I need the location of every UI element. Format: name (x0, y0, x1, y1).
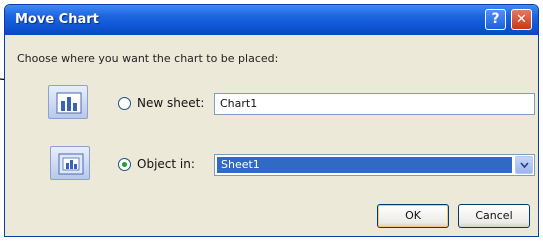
chevron-down-icon (520, 162, 529, 169)
instruction-text: Choose where you want the chart to be pl… (17, 52, 279, 65)
move-chart-dialog: Move Chart ? ✕ Choose where you want the… (4, 4, 539, 237)
new-sheet-name-input[interactable]: Chart1 (214, 93, 535, 115)
object-in-selected-value: Sheet1 (217, 157, 512, 173)
new-sheet-label: New sheet: (137, 96, 205, 110)
close-button[interactable]: ✕ (511, 9, 532, 30)
new-sheet-chart-icon (48, 85, 88, 119)
cancel-button[interactable]: Cancel (458, 204, 530, 228)
new-sheet-radio[interactable] (118, 97, 131, 110)
dialog-title: Move Chart (15, 12, 99, 27)
title-bar[interactable]: Move Chart ? ✕ (5, 5, 538, 35)
close-icon: ✕ (516, 12, 527, 27)
embedded-chart-icon (50, 146, 90, 180)
object-in-sheet-dropdown[interactable]: Sheet1 (214, 154, 535, 176)
object-in-label: Object in: (137, 157, 195, 171)
ok-button[interactable]: OK (377, 204, 449, 228)
help-icon: ? (491, 11, 500, 27)
help-button[interactable]: ? (485, 9, 506, 30)
object-in-radio[interactable] (118, 158, 131, 171)
radio-selected-dot (122, 162, 127, 167)
dropdown-arrow-button[interactable] (515, 156, 533, 174)
